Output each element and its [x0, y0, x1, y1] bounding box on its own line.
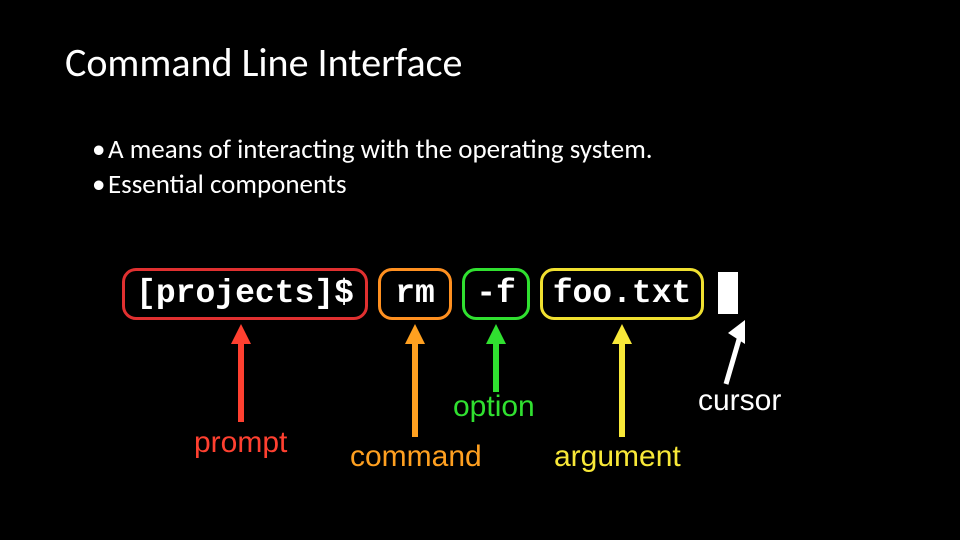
command-text: rm	[395, 275, 435, 312]
argument-text: foo.txt	[553, 275, 692, 312]
label-argument: argument	[554, 440, 681, 474]
bullet-list: •A means of interacting with the operati…	[92, 132, 653, 202]
bullet-icon: •	[92, 167, 108, 202]
bullet-item: •Essential components	[92, 167, 653, 202]
label-cursor: cursor	[698, 384, 781, 418]
arrow-argument	[607, 324, 637, 439]
slide-title: Command Line Interface	[65, 38, 462, 87]
argument-box: foo.txt	[540, 268, 704, 320]
slide: Command Line Interface •A means of inter…	[0, 0, 960, 540]
prompt-box: [projects]$	[122, 268, 368, 320]
prompt-text: [projects]$	[136, 275, 354, 312]
bullet-item: •A means of interacting with the operati…	[92, 132, 653, 167]
cli-diagram: [projects]$ rm -f foo.txt	[122, 258, 862, 488]
label-command: command	[350, 440, 482, 474]
arrow-option	[481, 324, 511, 394]
option-box: -f	[462, 268, 530, 320]
command-box: rm	[378, 268, 452, 320]
arrow-command	[400, 324, 430, 439]
option-text: -f	[476, 275, 516, 312]
label-option: option	[453, 390, 535, 424]
arrow-prompt	[226, 324, 256, 424]
cursor-block	[718, 272, 738, 314]
bullet-text: Essential components	[108, 168, 347, 201]
arrow-cursor	[714, 318, 754, 388]
bullet-icon: •	[92, 132, 108, 167]
bullet-text: A means of interacting with the operatin…	[108, 133, 653, 166]
label-prompt: prompt	[194, 426, 287, 460]
